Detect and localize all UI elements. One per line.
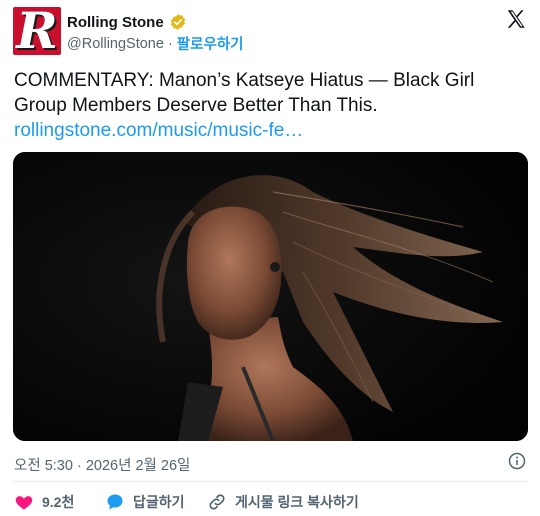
author-name[interactable]: Rolling Stone	[67, 14, 164, 31]
reply-bubble-icon	[107, 494, 123, 510]
reply-button[interactable]: 답글하기	[105, 491, 185, 513]
link-icon	[209, 494, 225, 510]
tweet-timestamp[interactable]: 오전 5:30 · 2026년 2월 26일	[14, 454, 190, 475]
divider	[13, 481, 528, 482]
info-icon[interactable]	[508, 452, 526, 470]
separator-dot: ·	[167, 35, 173, 52]
heart-icon	[15, 496, 33, 510]
like-count: 9.2천	[42, 494, 75, 510]
author-name-row[interactable]: Rolling Stone	[67, 12, 187, 32]
copy-link-label: 게시물 링크 복사하기	[235, 494, 359, 510]
avatar-logo-letter: R	[16, 7, 58, 55]
tweet-photo[interactable]	[13, 152, 528, 441]
tweet-embed-card: R Rolling Stone @RollingStone · 팔로우하기 CO…	[0, 0, 540, 516]
verified-badge-icon	[170, 14, 185, 30]
tweet-text: COMMENTARY: Manon’s Katseye Hiatus — Bla…	[14, 70, 475, 116]
follow-button[interactable]: 팔로우하기	[177, 33, 244, 54]
like-button[interactable]: 9.2천	[14, 491, 74, 513]
author-handle[interactable]: @RollingStone	[67, 36, 164, 52]
photo-performer-image	[13, 152, 528, 441]
x-logo-icon[interactable]	[505, 8, 527, 30]
avatar[interactable]: R	[13, 7, 61, 55]
copy-link-button[interactable]: 게시물 링크 복사하기	[207, 491, 359, 513]
article-link[interactable]: rollingstone.com/music/music-fe…	[14, 118, 303, 143]
author-handle-row: @RollingStone · 팔로우하기	[67, 33, 244, 54]
reply-label: 답글하기	[133, 494, 185, 510]
